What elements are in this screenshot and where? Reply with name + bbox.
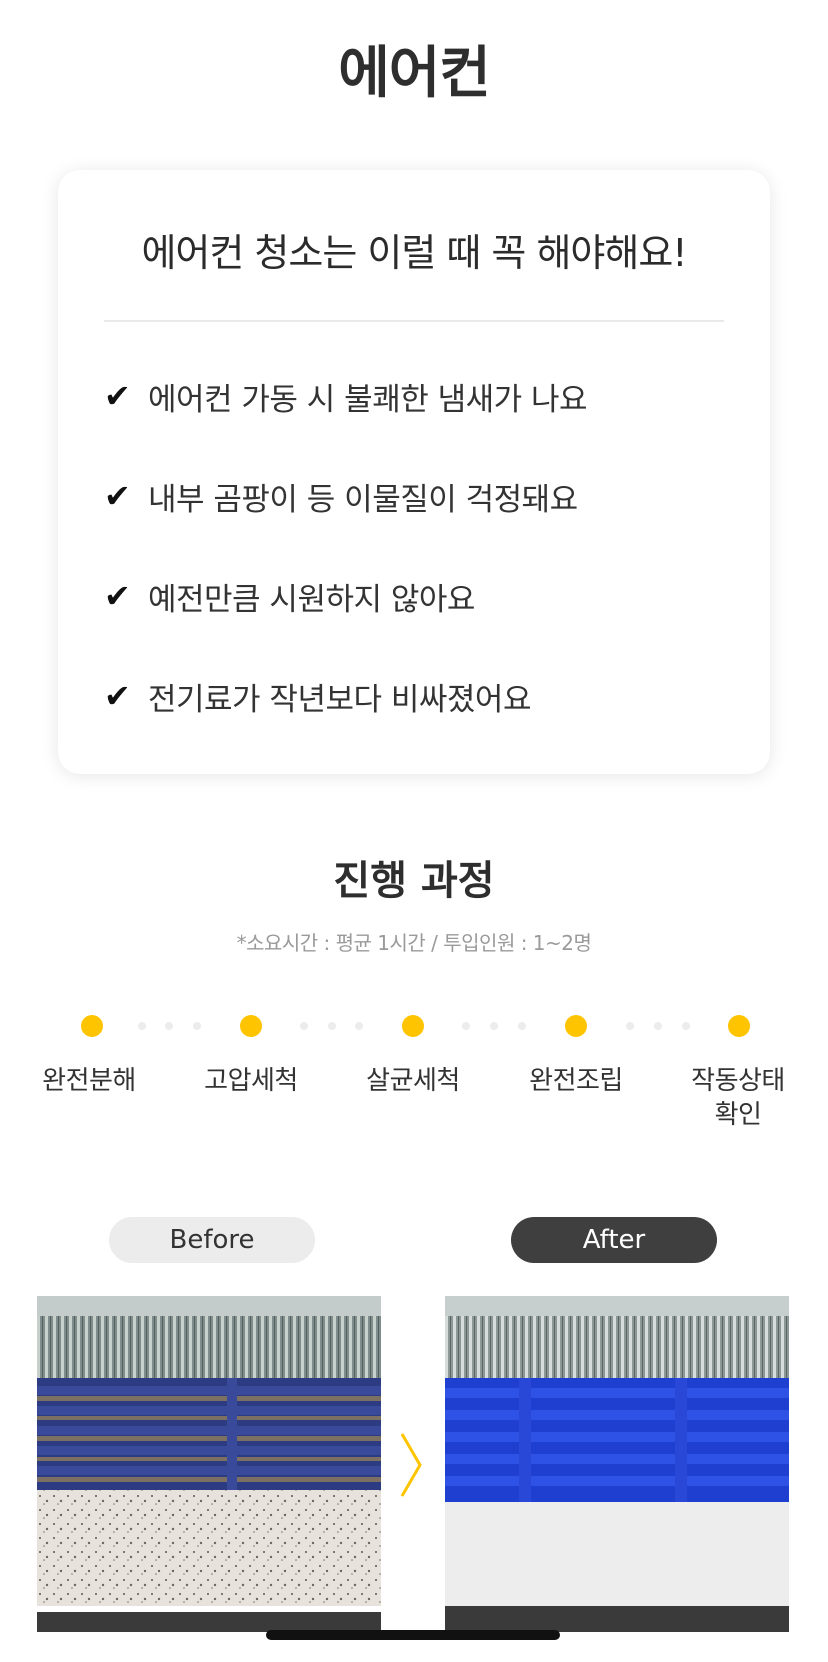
checklist-item-text: 내부 곰팡이 등 이물질이 걱정돼요: [148, 481, 578, 518]
process-subtitle: *소요시간 : 평균 1시간 / 투입인원 : 1~2명: [236, 931, 592, 955]
check-icon: ✔: [104, 577, 131, 615]
step-label: 완전분해: [42, 1066, 136, 1096]
process-title: 진행 과정: [333, 858, 495, 904]
step-label: 고압세척: [204, 1066, 298, 1096]
connector-dot: [328, 1022, 336, 1030]
checklist-item: ✔ 예전만큼 시원하지 않아요: [104, 571, 475, 621]
connector-dot: [193, 1022, 201, 1030]
checklist-item: ✔ 전기료가 작년보다 비싸졌어요: [104, 671, 531, 721]
connector-dot: [490, 1022, 498, 1030]
chevron-right-icon: [398, 1432, 424, 1502]
checklist-item-text: 전기료가 작년보다 비싸졌어요: [148, 681, 531, 718]
connector-dot: [654, 1022, 662, 1030]
check-icon: ✔: [104, 677, 131, 715]
connector-dot: [138, 1022, 146, 1030]
connector-dot: [626, 1022, 634, 1030]
step-dot: [565, 1015, 587, 1037]
checklist-item: ✔ 내부 곰팡이 등 이물질이 걱정돼요: [104, 471, 578, 521]
after-label: After: [511, 1217, 717, 1263]
checklist-item: ✔ 에어컨 가동 시 불쾌한 냄새가 나요: [104, 371, 588, 421]
page-title: 에어컨: [338, 41, 491, 106]
before-photo: [37, 1296, 381, 1640]
home-indicator[interactable]: [266, 1630, 560, 1640]
divider: [104, 320, 724, 322]
checklist-card: 에어컨 청소는 이럴 때 꼭 해야해요! ✔ 에어컨 가동 시 불쾌한 냄새가 …: [58, 170, 770, 774]
before-label: Before: [109, 1217, 315, 1263]
checklist-title: 에어컨 청소는 이럴 때 꼭 해야해요!: [141, 231, 687, 275]
step-dot: [81, 1015, 103, 1037]
check-icon: ✔: [104, 377, 131, 415]
connector-dot: [165, 1022, 173, 1030]
step-dot: [240, 1015, 262, 1037]
step-label: 완전조립: [529, 1066, 623, 1096]
connector-dot: [355, 1022, 363, 1030]
connector-dot: [462, 1022, 470, 1030]
connector-dot: [518, 1022, 526, 1030]
step-label: 살균세척: [366, 1066, 460, 1096]
step-dot: [402, 1015, 424, 1037]
check-icon: ✔: [104, 477, 131, 515]
connector-dot: [682, 1022, 690, 1030]
checklist-item-text: 에어컨 가동 시 불쾌한 냄새가 나요: [148, 381, 588, 418]
after-photo: [445, 1296, 789, 1640]
step-dot: [728, 1015, 750, 1037]
step-label: 작동상태 확인: [691, 1066, 785, 1130]
connector-dot: [300, 1022, 308, 1030]
checklist-item-text: 예전만큼 시원하지 않아요: [148, 581, 475, 618]
